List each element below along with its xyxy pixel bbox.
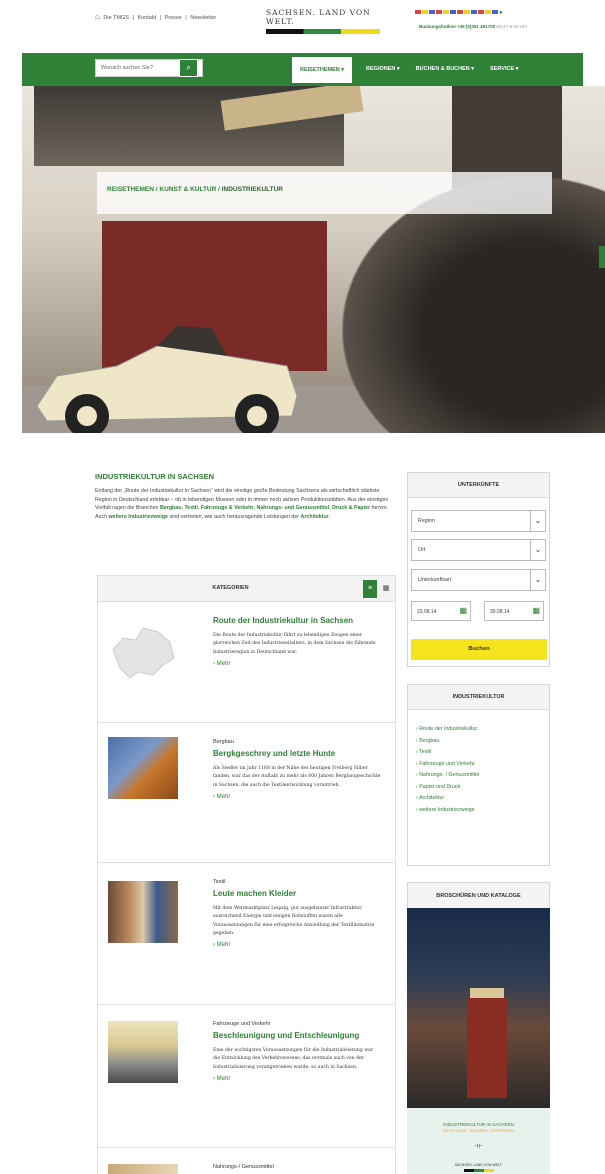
cover-subtitle: ENTDECKEN · ERLEBEN · VERSTEHEN xyxy=(442,1129,515,1133)
list-item[interactable]: Nahrungs-/ Genussmittel xyxy=(97,1148,396,1174)
widget-title: BROSCHÜREN UND KATALOGE xyxy=(408,883,549,909)
saxony-map-icon xyxy=(112,627,175,679)
item-description: Die Route der Industriekultur führt zu l… xyxy=(213,633,376,655)
home-icon[interactable]: ⌂ xyxy=(95,12,100,21)
link-papier[interactable]: › Papier und Druck xyxy=(416,782,541,794)
widget-title: UNTERKÜNFTE xyxy=(408,473,549,498)
brochure-cover-image[interactable] xyxy=(407,908,550,1108)
vintage-car-image xyxy=(36,326,298,433)
textil-image xyxy=(108,881,178,943)
calendar-icon[interactable]: ▦ xyxy=(532,606,540,615)
item-category: Nahrungs-/ Genussmittel xyxy=(213,1164,274,1170)
link-route[interactable]: › Route der Industriekultur xyxy=(416,724,541,736)
site-logo[interactable]: SACHSEN. LAND VON WELT. xyxy=(266,8,380,34)
chevron-down-icon: ⌄ xyxy=(530,540,545,560)
intro-text: Entlang der „Route der Industriekultur i… xyxy=(95,488,389,521)
nav-service[interactable]: SERVICE ▾ xyxy=(482,53,526,86)
breadcrumb-kunst-kultur[interactable]: KUNST & KULTUR xyxy=(159,186,216,193)
top-link-presse[interactable]: Presse xyxy=(165,15,182,21)
item-title[interactable]: Leute machen Kleider xyxy=(213,889,381,898)
item-category: Bergbau xyxy=(213,739,234,745)
nav-buchen[interactable]: BUCHEN & BUCHEN ▾ xyxy=(408,53,482,86)
main-content: INDUSTRIEKULTUR IN SACHSEN Entlang der „… xyxy=(95,472,395,522)
ort-select[interactable]: Ort ⌄ xyxy=(411,539,546,561)
item-description: Mit dem Weltmarktplatz Leipzig, gut ausg… xyxy=(213,906,375,936)
industriekultur-links: INDUSTRIEKULTUR › Route der Industriekul… xyxy=(407,684,550,866)
separator: | xyxy=(159,15,162,21)
breadcrumb: REISETHEMEN / KUNST & KULTUR / INDUSTRIE… xyxy=(97,172,552,214)
item-category: Fahrzeuge und Verkehr xyxy=(213,1021,271,1027)
list-icon[interactable]: ≡ xyxy=(363,580,377,598)
link-architektur[interactable]: › Architektur xyxy=(416,793,541,805)
search-icon[interactable]: ⌕ xyxy=(179,59,198,77)
grid-icon[interactable]: ▦ xyxy=(379,580,393,598)
link-bergbau[interactable]: › Bergbau xyxy=(416,736,541,748)
top-link-kontakt[interactable]: Kontakt xyxy=(137,15,156,21)
item-title[interactable]: Beschleunigung und Entschleunigung xyxy=(213,1031,381,1040)
top-link-tmgs[interactable]: Die TMGS xyxy=(103,15,129,21)
accommodation-widget: UNTERKÜNFTE Region ⌄ Ort ⌄ Unterkunftsart ⌄… xyxy=(407,472,550,667)
item-description: Eine der wichtigsten Voraussetzungen für… xyxy=(213,1048,374,1070)
top-links: ⌂ Die TMGS | Kontakt | Presse | Newslett… xyxy=(95,12,218,21)
departure-date-field[interactable]: 30.08.14 ▦ xyxy=(484,601,544,621)
more-link[interactable]: › Mehr xyxy=(213,942,381,948)
brochures-header: BROSCHÜREN UND KATALOGE xyxy=(407,882,550,909)
widget-title: INDUSTRIEKULTUR xyxy=(408,685,549,710)
item-category: Textil xyxy=(213,879,226,885)
logo-flag-stripes xyxy=(266,29,380,34)
item-description: Als Siedler im Jahr 1168 in der Nähe des… xyxy=(213,766,381,788)
brochure-cover[interactable]: INDUSTRIEKULTUR IN SACHSEN ENTDECKEN · E… xyxy=(407,1108,550,1174)
cover-title: INDUSTRIEKULTUR IN SACHSEN xyxy=(443,1122,514,1127)
cover-stripes xyxy=(463,1169,494,1172)
separator: | xyxy=(132,15,134,21)
bergbau-image xyxy=(108,737,178,799)
region-select[interactable]: Region ⌄ xyxy=(411,510,546,532)
link-nahrung[interactable]: › Nahrungs- / Genussmittel xyxy=(416,770,541,782)
categories-label: KATEGORIEN xyxy=(212,585,249,591)
main-navigation: Wonach suchen Sie? ⌕ REISETHEMEN ▾ REGIO… xyxy=(22,53,583,86)
facebook-icon[interactable]: ● xyxy=(499,10,504,16)
page-title: INDUSTRIEKULTUR IN SACHSEN xyxy=(95,472,215,481)
unterkunftsart-select[interactable]: Unterkunftsart ⌄ xyxy=(411,569,546,591)
link-fahrzeuge[interactable]: › Fahrzeuge und Verkehr xyxy=(416,759,541,771)
list-item[interactable]: Textil Leute machen Kleider Mit dem Welt… xyxy=(97,863,396,1005)
more-link[interactable]: › Mehr xyxy=(213,794,381,800)
list-item[interactable]: Fahrzeuge und Verkehr Beschleunigung und… xyxy=(97,1005,396,1148)
calendar-icon[interactable]: ▦ xyxy=(459,606,467,615)
link-textil[interactable]: › Textil xyxy=(416,747,541,759)
list-item[interactable]: Bergbau Bergkgeschrey und letzte Hunte A… xyxy=(97,723,396,863)
top-link-newsletter[interactable]: Newsletter xyxy=(190,15,216,21)
cover-logo-icon: ⟛ xyxy=(474,1141,483,1150)
list-item[interactable]: Route der Industriekultur in Sachsen Die… xyxy=(97,602,396,723)
hero-image: REISETHEMEN / KUNST & KULTUR / INDUSTRIE… xyxy=(22,86,605,433)
chevron-down-icon: ⌄ xyxy=(530,511,545,531)
link-weitere[interactable]: › weitere Industriezweige xyxy=(416,805,541,817)
more-link[interactable]: › Mehr xyxy=(213,661,381,667)
breadcrumb-current: INDUSTRIEKULTUR xyxy=(221,186,283,193)
item-title[interactable]: Bergkgeschrey und letzte Hunte xyxy=(213,749,381,758)
separator: | xyxy=(185,15,187,21)
book-button[interactable]: Buchen xyxy=(411,639,547,660)
breadcrumb-reisethemen[interactable]: REISETHEMEN xyxy=(107,186,154,193)
arrival-date-field[interactable]: 23.08.14 ▦ xyxy=(411,601,471,621)
categories-header: KATEGORIEN ≡ ▦ xyxy=(97,575,396,602)
fahrzeuge-image xyxy=(108,1021,178,1083)
language-flags[interactable]: ● xyxy=(415,10,504,16)
chevron-down-icon: ⌄ xyxy=(530,570,545,590)
nav-reisethemen[interactable]: REISETHEMEN ▾ xyxy=(292,57,353,83)
item-title[interactable]: Route der Industriekultur in Sachsen xyxy=(213,616,381,625)
hotline: Buchungshotline +49 (0)351 491700 Mo-Fr … xyxy=(419,24,528,29)
more-link[interactable]: › Mehr xyxy=(213,1076,381,1082)
cover-footer: SACHSEN. LAND VON WELT. xyxy=(454,1163,503,1167)
nahrung-image xyxy=(108,1164,178,1174)
feedback-tab[interactable] xyxy=(599,246,605,268)
nav-regionen[interactable]: REGIONEN ▾ xyxy=(358,53,408,86)
top-bar: ⌂ Die TMGS | Kontakt | Presse | Newslett… xyxy=(0,0,605,52)
logo-text: SACHSEN. LAND VON WELT. xyxy=(266,8,371,26)
